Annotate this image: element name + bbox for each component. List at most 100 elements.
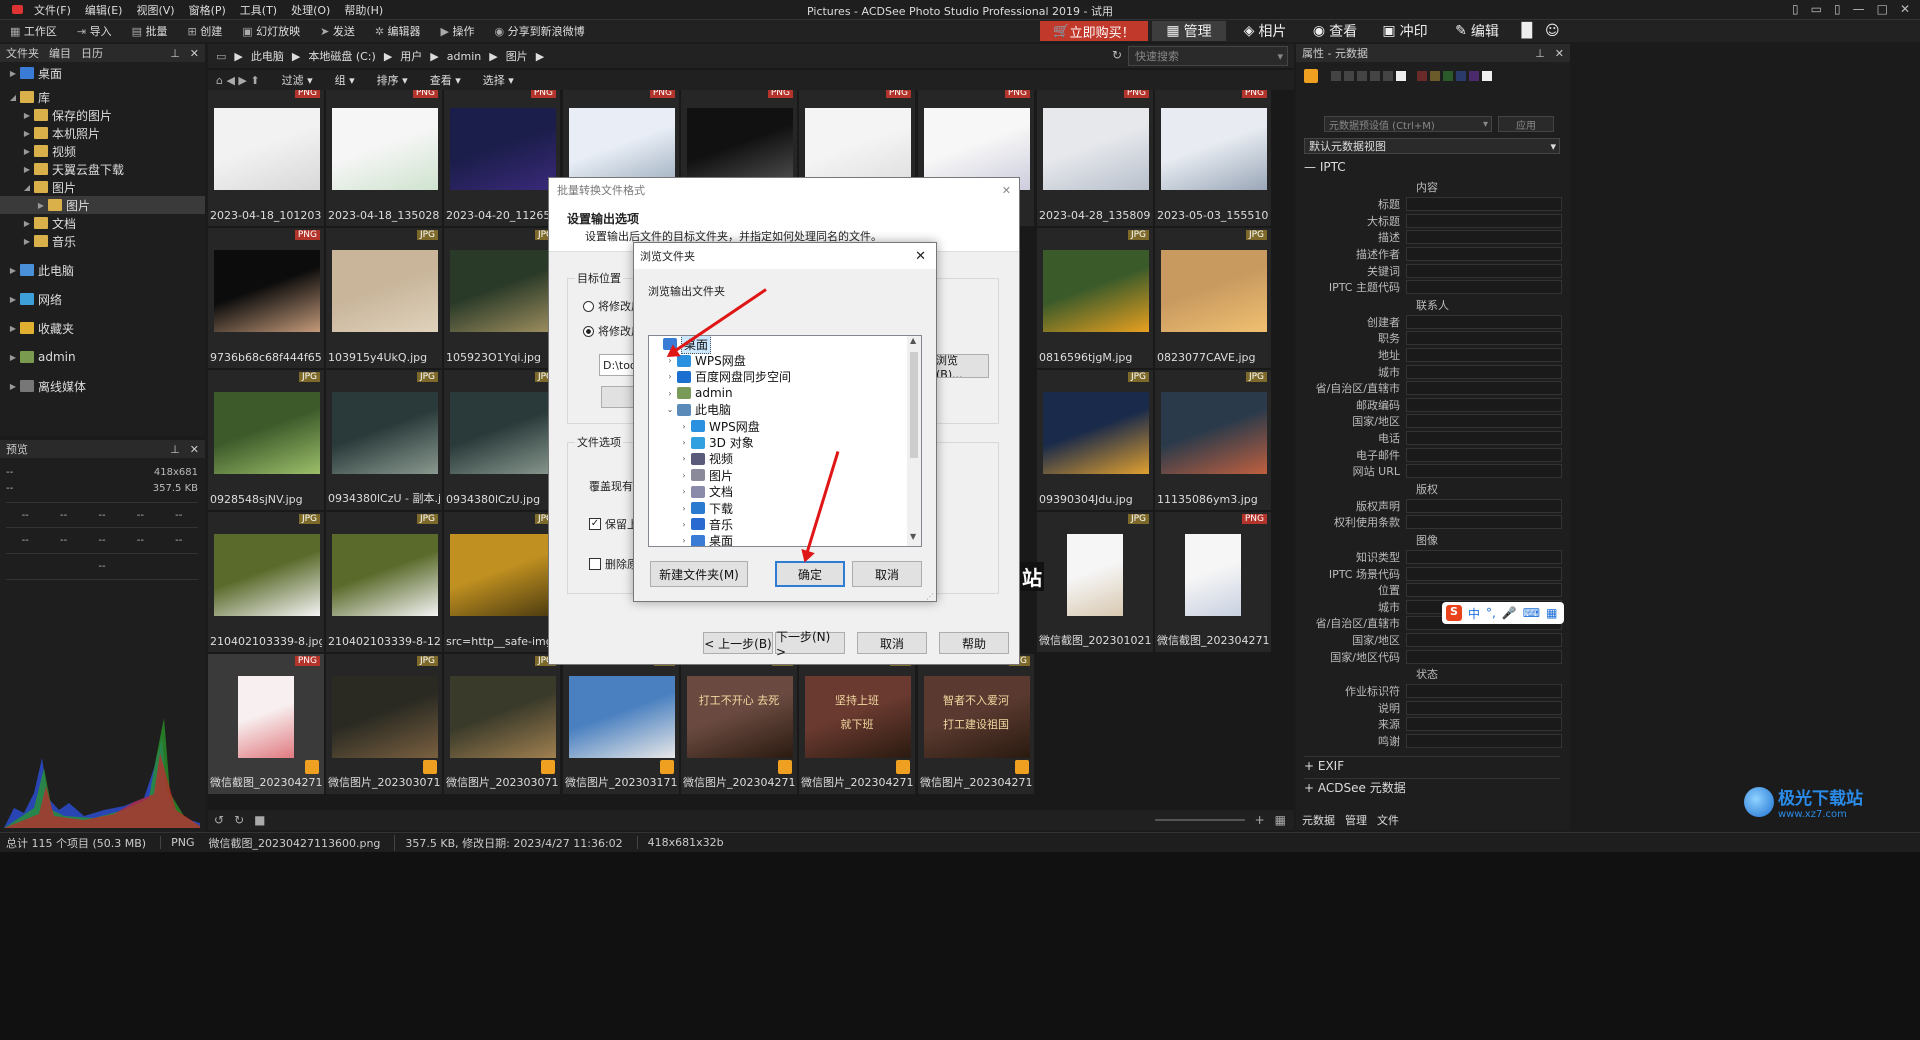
label-clear[interactable]	[1482, 71, 1492, 81]
thumbnail-item[interactable]: JPG src=http__safe-img.x	[444, 512, 560, 652]
zoom-slider[interactable]	[1154, 819, 1245, 821]
close-pane-icon[interactable]: ✕	[190, 47, 199, 60]
layout-icon[interactable]: ▯	[1792, 2, 1799, 16]
expand-arrow-icon[interactable]: ▶	[20, 111, 34, 120]
pin-icon[interactable]: ⊥	[170, 47, 180, 60]
expand-arrow-icon[interactable]: ▶	[20, 129, 34, 138]
expand-arrow-icon[interactable]: ▶	[34, 201, 48, 210]
expand-arrow-icon[interactable]: ▶	[20, 165, 34, 174]
actions-button[interactable]: ▶ 操作	[441, 23, 475, 39]
browse-button[interactable]: 浏览(B)...	[935, 354, 989, 378]
expand-arrow-icon[interactable]: ▶	[6, 266, 20, 275]
tab-file[interactable]: 文件	[1377, 812, 1399, 828]
workspace-button[interactable]: ▦ 工作区	[10, 23, 57, 39]
thumbnail-item[interactable]: JPG 0934380lCzU - 副本.jpg	[326, 370, 442, 510]
rotate-left-icon[interactable]: ↺	[214, 813, 224, 827]
delete-checkbox[interactable]: 删除原	[589, 556, 638, 572]
expand-arrow-icon[interactable]: ▶	[6, 382, 20, 391]
thumbnail-item[interactable]: JPG微信图片_20230427125...坚持上班就下班	[799, 654, 915, 794]
rotate-right-icon[interactable]: ↻	[234, 813, 244, 827]
browse-tree-item[interactable]: › 图片	[649, 467, 907, 483]
tab-organize[interactable]: 管理	[1345, 812, 1367, 828]
apply-button[interactable]: 应用	[1498, 116, 1554, 132]
scroll-down-icon[interactable]: ▼	[910, 532, 916, 541]
thumbnail-item[interactable]: JPG 0816596tjgM.jpg	[1037, 228, 1153, 368]
mode-manage[interactable]: ▦ 管理	[1152, 21, 1226, 41]
meta-field-input[interactable]	[1406, 280, 1562, 295]
exif-header[interactable]: + EXIF	[1304, 756, 1560, 774]
new-folder-button[interactable]: 新建文件夹(M)	[650, 561, 748, 587]
breadcrumb-pictures[interactable]: 图片	[506, 48, 528, 64]
folder-item[interactable]: ▶ 离线媒体	[0, 377, 205, 395]
menu-edit[interactable]: 编辑(E)	[85, 2, 123, 18]
browse-tree-item[interactable]: › 桌面	[649, 533, 907, 546]
group-menu[interactable]: 组 ▾	[335, 72, 355, 88]
meta-field-input[interactable]	[1406, 515, 1562, 530]
folder-item[interactable]: ▶ 本机照片	[0, 124, 205, 142]
thumbnail-item[interactable]: JPG 微信截图_20230102154...	[1037, 512, 1153, 652]
expand-arrow-icon[interactable]: ▶	[6, 69, 20, 78]
meta-field-input[interactable]	[1406, 464, 1562, 479]
expand-arrow-icon[interactable]: ◢	[20, 183, 34, 192]
meta-field-input[interactable]	[1406, 583, 1562, 598]
metadata-view-dropdown[interactable]: 默认元数据视图 ▾	[1304, 138, 1560, 154]
batch-button[interactable]: ▤ 批量	[132, 23, 168, 39]
browse-expand-icon[interactable]: ›	[677, 454, 691, 463]
back-button[interactable]: < 上一步(B)	[703, 632, 773, 654]
browse-tree-item[interactable]: ›WPS网盘	[649, 352, 907, 368]
browse-tree-item[interactable]: ›WPS网盘	[649, 418, 907, 434]
batch-close-icon[interactable]: ✕	[1002, 184, 1019, 197]
thumbnail-item[interactable]: PNG 2023-04-20_112653.p	[444, 90, 560, 226]
meta-field-input[interactable]	[1406, 414, 1562, 429]
thumbnail-item[interactable]: JPG 0823077CAVE.jpg	[1155, 228, 1271, 368]
meta-field-input[interactable]	[1406, 197, 1562, 212]
resize-grip-icon[interactable]: ⋰	[926, 592, 934, 601]
sort-menu[interactable]: 排序 ▾	[377, 72, 408, 88]
browse-tree-item[interactable]: › admin	[649, 385, 907, 401]
browse-expand-icon[interactable]: ›	[677, 520, 691, 529]
notifications-icon[interactable]: ☺	[1545, 23, 1560, 39]
rating-2[interactable]	[1344, 71, 1354, 81]
thumbnail-item[interactable]: JPG 0928548sjNV.jpg	[208, 370, 324, 510]
meta-field-input[interactable]	[1406, 632, 1562, 647]
next-button[interactable]: 下一步(N) >	[775, 630, 845, 659]
folder-item[interactable]: ▶ 天翼云盘下载	[0, 160, 205, 178]
browse-tree-item[interactable]: › 下载	[649, 500, 907, 516]
folder-item[interactable]: ▶ 视频	[0, 142, 205, 160]
meta-field-input[interactable]	[1406, 263, 1562, 278]
buy-button[interactable]: 🛒 立即购买！	[1040, 21, 1148, 41]
label-yellow[interactable]	[1430, 71, 1440, 81]
expand-arrow-icon[interactable]: ▶	[20, 147, 34, 156]
menu-pane[interactable]: 窗格(P)	[189, 2, 226, 18]
keep-checkbox[interactable]: ✓ 保留上	[589, 516, 638, 532]
meta-field-input[interactable]	[1406, 397, 1562, 412]
thumbnail-item[interactable]: JPG 11135086ym3.jpg	[1155, 370, 1271, 510]
view-mode-icon[interactable]: ▦	[1275, 813, 1294, 827]
thumbnail-item[interactable]: PNG 2023-05-03_155510.png	[1155, 90, 1271, 226]
folder-item[interactable]: ▶ 桌面	[0, 64, 205, 82]
select-menu[interactable]: 选择 ▾	[483, 72, 514, 88]
label-blue[interactable]	[1456, 71, 1466, 81]
tab-folders[interactable]: 文件夹	[6, 45, 39, 61]
breadcrumb-users[interactable]: 用户	[400, 48, 422, 64]
thumbnail-item[interactable]: JPG 210402103339-8.jpg	[208, 512, 324, 652]
thumbnail-item[interactable]: PNG 微信截图_20230427113...	[208, 654, 324, 794]
meta-field-input[interactable]	[1406, 684, 1562, 699]
browse-tree-item[interactable]: ⌄ 此电脑	[649, 402, 907, 418]
tagged-checkbox[interactable]	[778, 760, 792, 774]
meta-field-input[interactable]	[1406, 566, 1562, 581]
props-close-icon[interactable]: ✕	[1555, 47, 1564, 60]
tagged-checkbox[interactable]	[423, 760, 437, 774]
import-button[interactable]: ⇥ 导入	[77, 23, 112, 39]
expand-arrow-icon[interactable]: ▶	[6, 295, 20, 304]
meta-field-input[interactable]	[1406, 649, 1562, 664]
meta-field-input[interactable]	[1406, 549, 1562, 564]
browse-expand-icon[interactable]: ›	[663, 389, 677, 398]
thumbnail-item[interactable]: PNG 9736b68c68f444f65d4...	[208, 228, 324, 368]
dashboard-icon[interactable]: ▐▌	[1516, 23, 1538, 39]
nav-icons[interactable]: ⌂ ◀ ▶ ⬆	[216, 74, 260, 87]
thumbnail-item[interactable]: JPG 105923O1Yqi.jpg	[444, 228, 560, 368]
meta-field-input[interactable]	[1406, 381, 1562, 396]
folder-item[interactable]: ▶ admin	[0, 348, 205, 366]
folder-item[interactable]: ▶ 保存的图片	[0, 106, 205, 124]
